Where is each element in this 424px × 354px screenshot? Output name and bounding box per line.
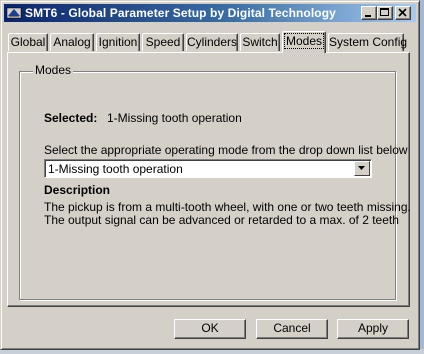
close-icon: [398, 8, 407, 17]
tab-label: Global: [10, 35, 46, 49]
window-title: SMT6 - Global Parameter Setup by Digital…: [25, 6, 336, 20]
instruction-text: Select the appropriate operating mode fr…: [44, 143, 408, 157]
tab-switch[interactable]: Switch: [240, 33, 280, 51]
minimize-button[interactable]: [361, 6, 377, 20]
minimize-icon: [365, 15, 371, 17]
tab-label: Analog: [53, 35, 91, 49]
tab-label: Cylinders: [187, 35, 238, 49]
tab-global[interactable]: Global: [8, 33, 48, 51]
tab-label: Ignition: [98, 35, 138, 49]
tab-cylinders[interactable]: Cylinders: [186, 33, 238, 51]
desktop-background: [420, 0, 424, 354]
dropdown-button[interactable]: [354, 161, 370, 176]
tab-label: System Config: [329, 35, 408, 49]
description-text: The pickup is from a multi-tooth wheel, …: [44, 200, 411, 214]
cancel-button[interactable]: Cancel: [256, 319, 328, 339]
tab-label: Switch: [242, 35, 278, 49]
title-bar[interactable]: SMT6 - Global Parameter Setup by Digital…: [4, 4, 416, 22]
chevron-down-icon: [358, 166, 365, 170]
selected-mode-value: 1-Missing tooth operation: [107, 111, 242, 125]
ok-button[interactable]: OK: [174, 319, 246, 339]
modes-group-title: Modes: [33, 63, 74, 77]
tab-label: Speed: [145, 35, 181, 49]
selected-label: Selected:: [44, 111, 98, 125]
mode-dropdown-value: 1-Missing tooth operation: [48, 162, 183, 176]
tab-speed[interactable]: Speed: [142, 33, 184, 51]
maximize-button[interactable]: [377, 6, 393, 20]
tab-label: Modes: [283, 33, 325, 49]
tab-system-config[interactable]: System Config: [328, 33, 408, 51]
tab-modes[interactable]: Modes: [282, 31, 326, 53]
description-heading: Description: [44, 183, 111, 197]
close-button[interactable]: [395, 6, 411, 20]
maximize-icon: [380, 8, 389, 16]
description-text: The output signal can be advanced or ret…: [44, 213, 399, 227]
tab-analog[interactable]: Analog: [50, 33, 94, 51]
mode-dropdown[interactable]: 1-Missing tooth operation: [44, 159, 372, 178]
tab-ignition[interactable]: Ignition: [96, 33, 140, 51]
apply-button[interactable]: Apply: [337, 319, 409, 339]
smt6-app-icon[interactable]: [6, 5, 22, 21]
